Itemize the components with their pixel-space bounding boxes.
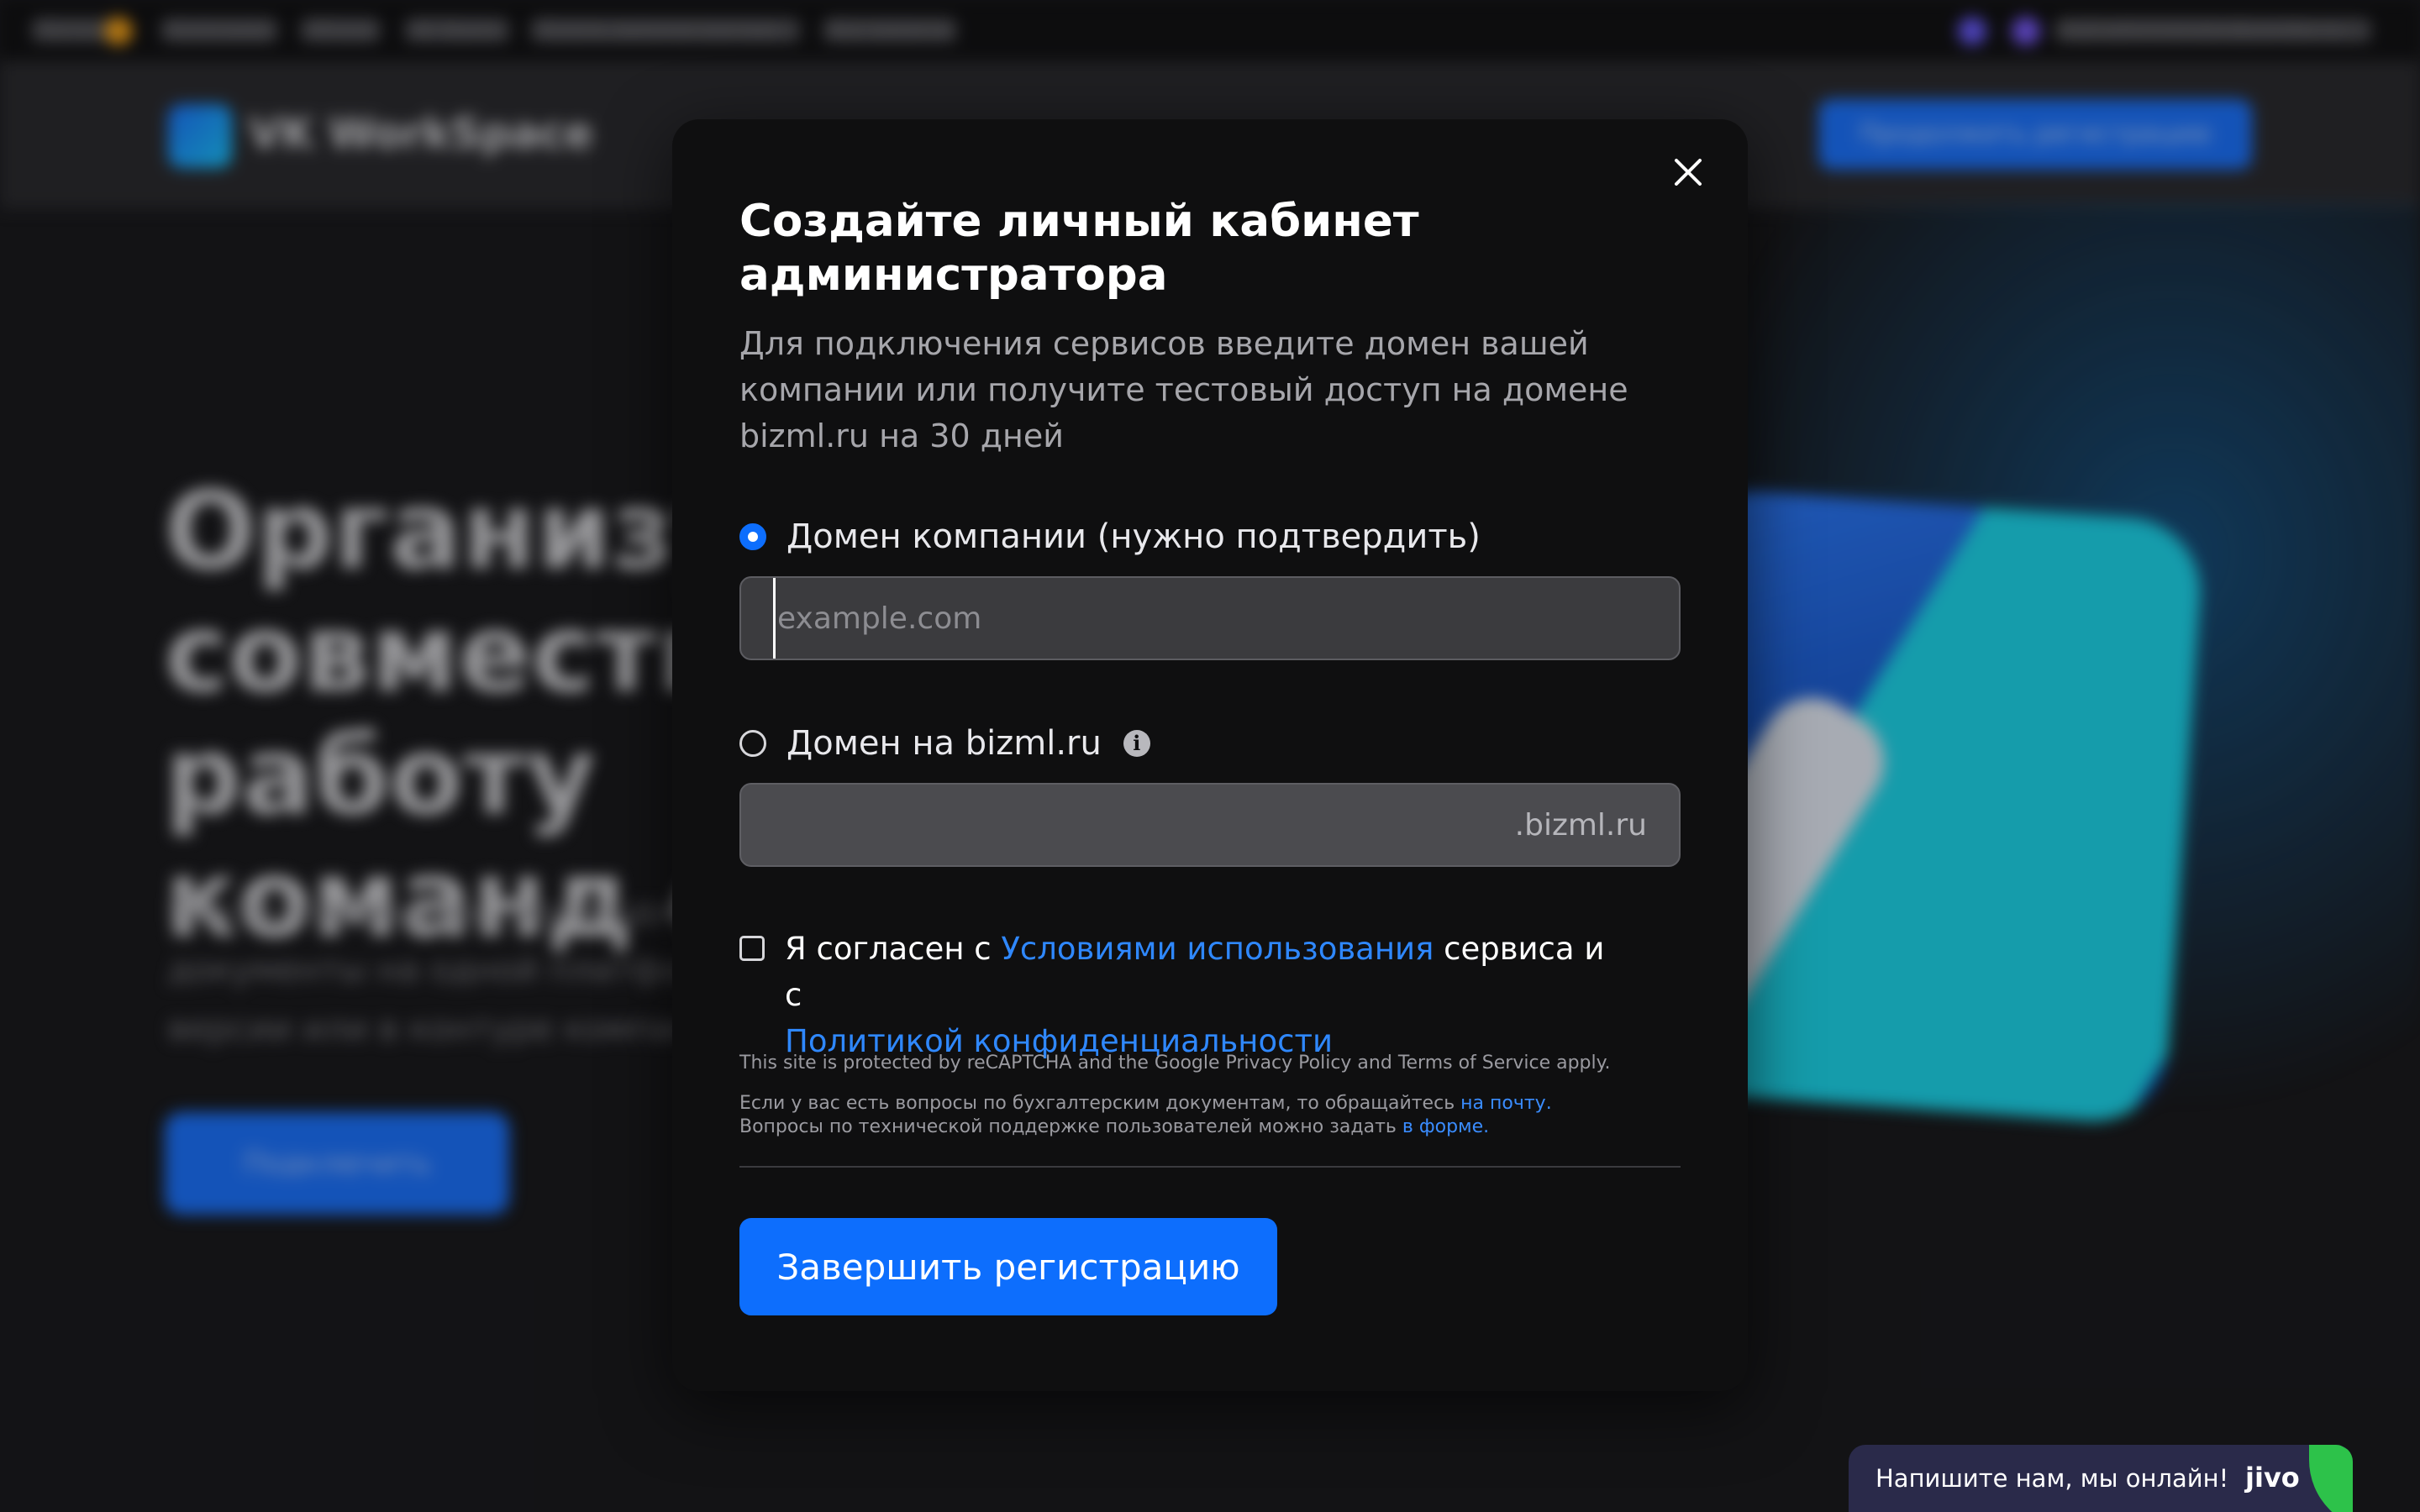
support-notes: Если у вас есть вопросы по бухгалтерским… [739,1092,1681,1139]
close-button[interactable] [1669,153,1707,192]
complete-registration-button[interactable]: Завершить регистрацию [739,1218,1277,1315]
terms-link[interactable]: Условиями использования [1001,931,1434,967]
agreement-text: Я согласен с Условиями использования сер… [785,926,1625,1064]
agreement-checkbox[interactable] [739,936,765,961]
agreement-row: Я согласен с Условиями использования сер… [739,926,1681,1064]
radio-company-domain[interactable]: Домен компании (нужно подтвердить) [739,513,1481,560]
support-form-link[interactable]: в форме. [1402,1116,1489,1137]
leaf-icon [2309,1445,2353,1512]
radio-company-domain-label: Домен компании (нужно подтвердить) [786,517,1481,556]
support-note: Вопросы по технической поддержке пользов… [739,1116,1402,1137]
bizml-domain-field[interactable]: .bizml.ru [739,783,1681,867]
radio-button-unchecked[interactable] [739,730,766,757]
accounting-note: Если у вас есть вопросы по бухгалтерским… [739,1093,1461,1114]
radio-bizml-domain[interactable]: Домен на bizml.ru i [739,720,1150,767]
modal-title: Создайте личный кабинет администратора [739,196,1419,301]
chat-widget-text: Напишите нам, мы онлайн! [1876,1464,2229,1493]
bizml-domain-suffix: .bizml.ru [1514,807,1647,843]
company-domain-field[interactable] [739,576,1681,660]
registration-modal: Создайте личный кабинет администратора Д… [672,119,1748,1391]
divider [739,1166,1681,1168]
accounting-email-link[interactable]: на почту. [1460,1093,1552,1114]
info-icon[interactable]: i [1123,730,1150,757]
radio-bizml-domain-label: Домен на bizml.ru [786,724,1102,763]
agreement-prefix: Я согласен с [785,931,1002,967]
modal-description: Для подключения сервисов введите домен в… [739,325,1628,454]
close-icon [1675,159,1702,186]
jivo-logo: jivo [2245,1462,2300,1494]
recaptcha-note: This site is protected by reCAPTCHA and … [739,1053,1611,1074]
chat-widget[interactable]: Напишите нам, мы онлайн! jivo [1849,1445,2353,1512]
radio-button-checked[interactable] [739,523,766,550]
company-domain-input[interactable] [773,578,1647,659]
